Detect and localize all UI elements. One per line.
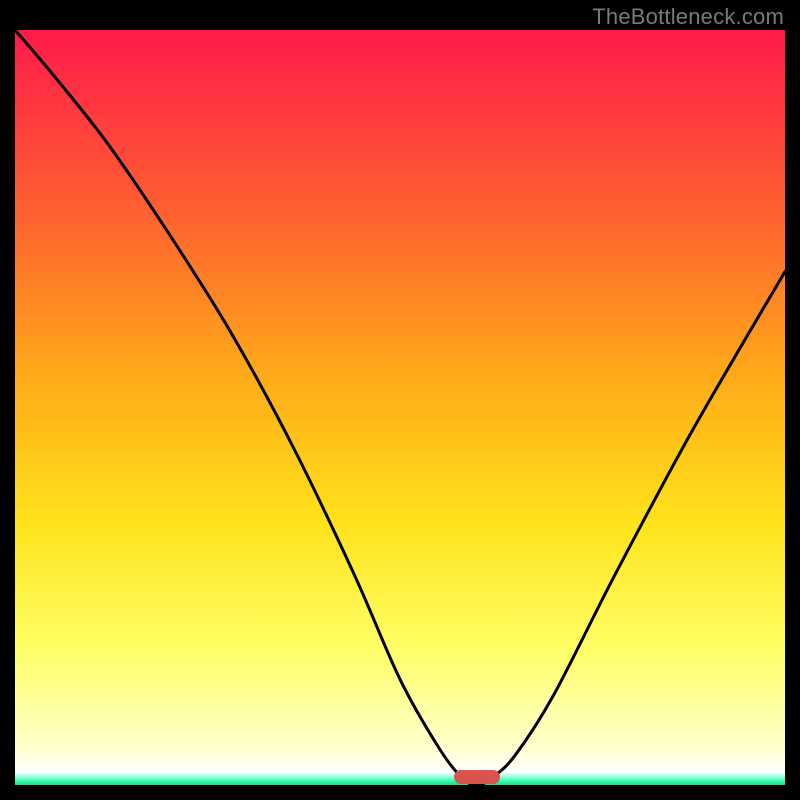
optimal-marker <box>454 770 500 784</box>
watermark-text: TheBottleneck.com <box>592 4 784 30</box>
chart-frame <box>15 30 785 785</box>
bottleneck-curve <box>15 30 785 785</box>
